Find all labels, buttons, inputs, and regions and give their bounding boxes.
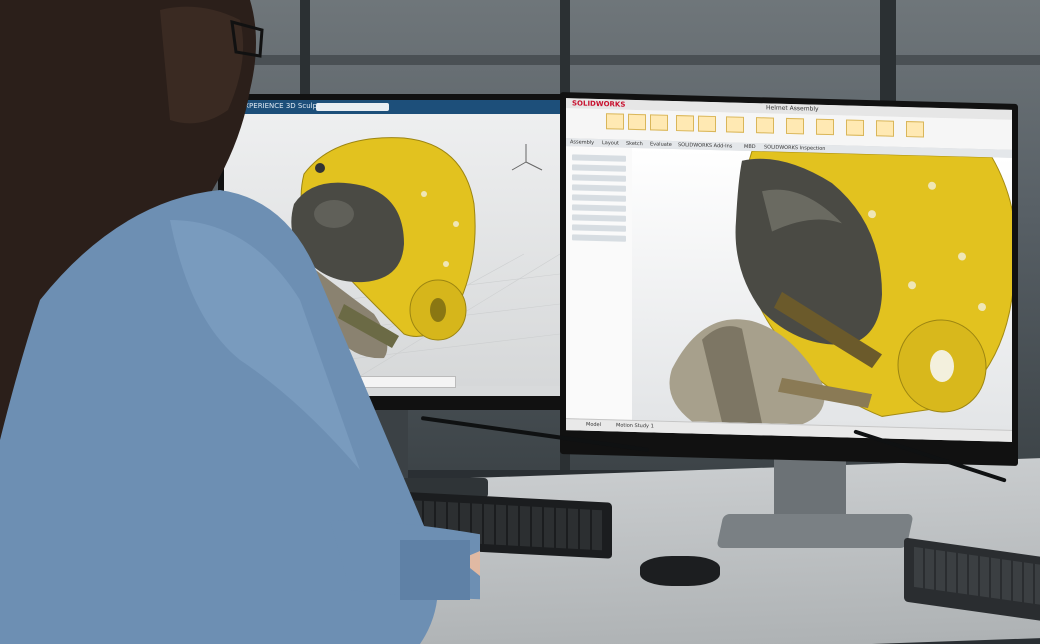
tab-evaluate[interactable]: Evaluate — [650, 141, 672, 148]
ribbon-tool[interactable] — [906, 121, 924, 138]
tree-item[interactable] — [572, 184, 626, 192]
tab-layout[interactable]: Layout — [602, 140, 619, 146]
right-3d-canvas[interactable] — [632, 147, 1012, 430]
ribbon-tool[interactable] — [698, 115, 716, 133]
tree-item[interactable] — [572, 194, 626, 202]
tree-item[interactable] — [572, 214, 626, 222]
solidworks-logo: SOLIDWORKS — [572, 99, 626, 109]
ribbon-tool[interactable] — [876, 120, 894, 137]
feature-manager-tree — [566, 146, 633, 420]
tab-mbd[interactable]: MBD — [744, 144, 756, 150]
right-monitor: SOLIDWORKS Helmet Assembly Assembly Layo — [560, 92, 1018, 466]
ribbon-tool[interactable] — [650, 114, 668, 131]
document-title: Helmet Assembly — [766, 104, 819, 113]
tree-item[interactable] — [572, 164, 626, 172]
ribbon-tool[interactable] — [786, 117, 804, 135]
ribbon-tool[interactable] — [606, 113, 624, 130]
tree-item[interactable] — [572, 204, 626, 212]
person-at-desk — [0, 0, 480, 644]
right-monitor-base — [716, 514, 914, 548]
ribbon-tool[interactable] — [676, 115, 694, 132]
tree-item[interactable] — [572, 234, 626, 242]
mouse — [640, 556, 720, 586]
ribbon-tool[interactable] — [846, 119, 864, 136]
ribbon-tool[interactable] — [816, 118, 834, 136]
ribbon-tool[interactable] — [628, 113, 646, 131]
tree-item[interactable] — [572, 174, 626, 182]
model-tab[interactable]: Model — [586, 422, 601, 428]
tree-item[interactable] — [572, 224, 626, 232]
tree-item[interactable] — [572, 154, 626, 162]
right-monitor-screen: SOLIDWORKS Helmet Assembly Assembly Layo — [566, 98, 1012, 442]
photo-scene: 3DEXPERIENCE 3D Sculptor SOLIDWORKS Helm… — [0, 0, 1040, 644]
ribbon-tool[interactable] — [756, 117, 774, 134]
tab-assembly[interactable]: Assembly — [570, 139, 594, 146]
tab-sketch[interactable]: Sketch — [626, 141, 643, 147]
right-helmet-render — [669, 150, 1012, 425]
ribbon-tool[interactable] — [726, 116, 744, 133]
motion-study-tab[interactable]: Motion Study 1 — [616, 422, 654, 429]
